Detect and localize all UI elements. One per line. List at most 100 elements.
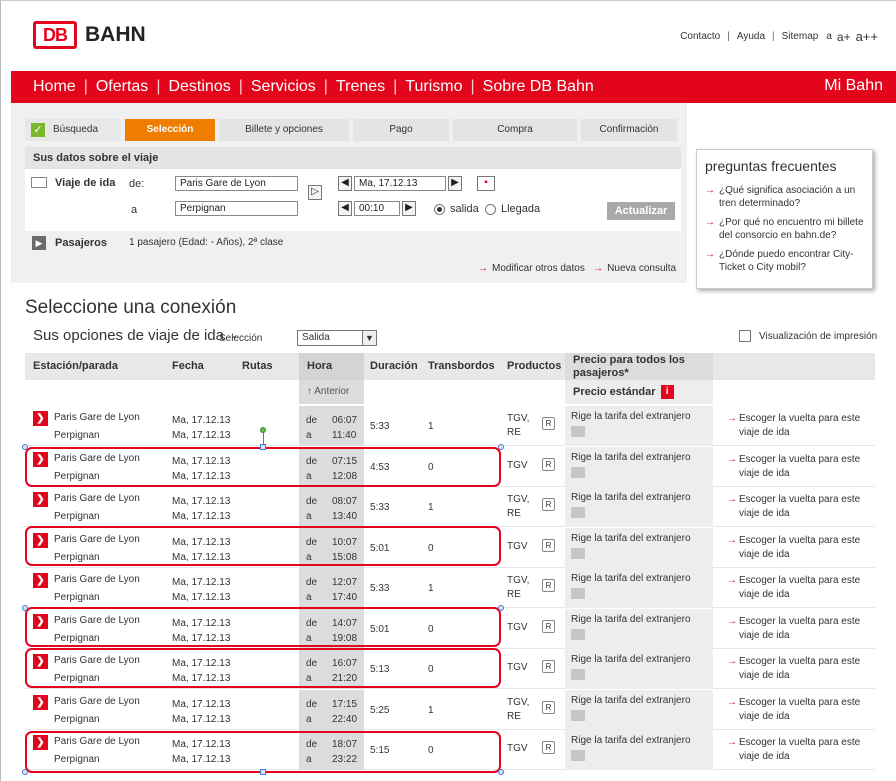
prev-time-button[interactable]: ◀ xyxy=(338,201,352,216)
link-ayuda[interactable]: Ayuda xyxy=(737,31,765,42)
train-connection-icon[interactable]: ❯ xyxy=(33,492,48,507)
reservation-icon[interactable]: R xyxy=(542,417,555,430)
train-connection-icon[interactable]: ❯ xyxy=(33,735,48,750)
table-row[interactable]: ❯ Paris Gare de Lyon Perpignan Ma, 17.12.13… xyxy=(25,527,875,568)
calendar-icon[interactable]: ▪ xyxy=(477,176,495,191)
faq-item[interactable]: → ¿Por qué no encuentro mi billete del co… xyxy=(705,216,864,242)
reservation-icon[interactable]: R xyxy=(542,700,555,714)
ticket-icon xyxy=(571,466,585,478)
date-input[interactable]: Ma, 17.12.13 xyxy=(354,176,446,191)
selection-handle[interactable] xyxy=(498,444,504,450)
link-modificar[interactable]: Modificar otros datos xyxy=(492,263,585,274)
reservation-icon[interactable]: R xyxy=(542,741,555,754)
escoger-vuelta-link[interactable]: → Escoger la vuelta para este viaje de id… xyxy=(727,493,867,521)
reservation-icon[interactable]: R xyxy=(542,538,555,552)
escoger-vuelta-link[interactable]: → Escoger la vuelta para este viaje de id… xyxy=(727,615,867,643)
from-station-input[interactable]: Paris Gare de Lyon xyxy=(175,176,298,191)
anterior-link[interactable]: ↑ Anterior xyxy=(299,380,364,404)
table-row[interactable]: ❯ Paris Gare de Lyon Perpignan Ma, 17.12.13… xyxy=(25,689,875,730)
reservation-icon[interactable]: R xyxy=(542,457,555,471)
db-bahn-logo[interactable]: DB BAHN xyxy=(33,21,146,49)
table-row[interactable]: ❯ Paris Gare de Lyon Perpignan Ma, 17.12.13… xyxy=(25,608,875,649)
bahn-wordmark: BAHN xyxy=(85,23,146,46)
swap-stations-button[interactable]: ▷ xyxy=(308,185,322,200)
selection-handle[interactable] xyxy=(260,769,266,775)
col-time[interactable]: Hora xyxy=(299,353,364,380)
reservation-icon[interactable]: R xyxy=(542,619,555,633)
faq-item[interactable]: → ¿Qué significa asociación a un tren det… xyxy=(705,184,864,210)
escoger-vuelta-link[interactable]: → Escoger la vuelta para este viaje de id… xyxy=(727,534,867,562)
products: TGV xyxy=(507,743,528,754)
table-row[interactable]: ❯ Paris Gare de Lyon Perpignan Ma, 17.12.13… xyxy=(25,568,875,608)
selection-handle[interactable] xyxy=(260,444,266,450)
escoger-vuelta-link[interactable]: → Escoger la vuelta para este viaje de id… xyxy=(727,453,867,481)
nav-destinos[interactable]: Destinos xyxy=(160,78,238,96)
rotation-handle[interactable] xyxy=(260,427,266,433)
font-size-large[interactable]: a++ xyxy=(856,29,878,44)
train-connection-icon[interactable]: ❯ xyxy=(33,694,48,710)
escoger-vuelta-link[interactable]: → Escoger la vuelta para este viaje de id… xyxy=(727,574,867,602)
link-contacto[interactable]: Contacto xyxy=(680,31,720,42)
arrow-right-icon: → xyxy=(727,494,737,505)
sort-select[interactable]: Salida ▼ xyxy=(297,330,377,346)
train-connection-icon[interactable]: ❯ xyxy=(33,411,48,426)
link-sitemap[interactable]: Sitemap xyxy=(782,31,819,42)
escoger-vuelta-link[interactable]: → Escoger la vuelta para este viaje de id… xyxy=(727,736,867,764)
train-connection-icon[interactable]: ❯ xyxy=(33,654,48,669)
arrow-right-icon: → xyxy=(705,185,715,196)
step-confirmacion: Confirmación xyxy=(581,119,677,141)
table-row[interactable]: ❯ Paris Gare de Lyon Perpignan Ma, 17.12.13… xyxy=(25,406,875,446)
selection-handle[interactable] xyxy=(498,769,504,775)
nav-turismo[interactable]: Turismo xyxy=(397,78,470,96)
llegada-radio[interactable] xyxy=(485,204,496,215)
table-row[interactable]: ❯ Paris Gare de Lyon Perpignan Ma, 17.12.13… xyxy=(25,487,875,527)
transfers: 0 xyxy=(428,461,434,473)
results-title: Seleccione una conexión xyxy=(25,297,237,318)
selection-handle[interactable] xyxy=(22,769,28,775)
results-subheader: ↑ Anterior Precio estándar i xyxy=(25,380,875,404)
train-connection-icon[interactable]: ❯ xyxy=(33,451,48,467)
selection-handle[interactable] xyxy=(22,605,28,611)
escoger-vuelta-link[interactable]: → Escoger la vuelta para este viaje de id… xyxy=(727,696,867,724)
to-station: Perpignan xyxy=(54,470,100,482)
nav-ofertas[interactable]: Ofertas xyxy=(88,78,156,96)
nav-sobre-db-bahn[interactable]: Sobre DB Bahn xyxy=(475,78,602,96)
escoger-vuelta-link[interactable]: → Escoger la vuelta para este viaje de id… xyxy=(727,655,867,683)
next-date-button[interactable]: ▶ xyxy=(448,176,462,191)
table-row[interactable]: ❯ Paris Gare de Lyon Perpignan Ma, 17.12.13… xyxy=(25,730,875,770)
info-icon[interactable]: i xyxy=(660,385,674,400)
col-price: Precio para todos los pasajeros* xyxy=(565,353,713,380)
prev-date-button[interactable]: ◀ xyxy=(338,176,352,191)
reservation-icon[interactable]: R xyxy=(542,660,555,673)
print-view-link[interactable]: Visualización de impresión xyxy=(739,330,877,342)
nav-mi-bahn[interactable]: Mi Bahn xyxy=(824,77,883,95)
selection-handle[interactable] xyxy=(498,605,504,611)
salida-radio[interactable] xyxy=(434,204,445,215)
nav-servicios[interactable]: Servicios xyxy=(243,78,324,96)
table-row[interactable]: ❯ Paris Gare de Lyon Perpignan Ma, 17.12.13… xyxy=(25,649,875,689)
results-subtitle: Sus opciones de viaje de ida - xyxy=(33,327,237,344)
selection-handle[interactable] xyxy=(22,444,28,450)
expand-arrow-icon[interactable]: ▶ xyxy=(32,236,46,250)
train-connection-icon[interactable]: ❯ xyxy=(33,613,48,629)
reservation-icon[interactable]: R xyxy=(542,498,555,511)
train-connection-icon[interactable]: ❯ xyxy=(33,532,48,548)
font-size-medium[interactable]: a+ xyxy=(837,30,851,44)
faq-item[interactable]: → ¿Dónde puedo encontrar City-Ticket o Ci… xyxy=(705,248,864,274)
link-nueva-consulta[interactable]: Nueva consulta xyxy=(607,263,676,274)
chevron-down-icon: ▼ xyxy=(362,331,376,345)
col-routes: Rutas xyxy=(242,360,273,372)
to-station-input[interactable]: Perpignan xyxy=(175,201,298,216)
font-size-small[interactable]: a xyxy=(826,31,832,42)
reservation-icon[interactable]: R xyxy=(542,579,555,592)
next-time-button[interactable]: ▶ xyxy=(402,201,416,216)
actualizar-button[interactable]: Actualizar xyxy=(607,202,675,220)
table-row[interactable]: ❯ Paris Gare de Lyon Perpignan Ma, 17.12.13… xyxy=(25,446,875,487)
time-input[interactable]: 00:10 xyxy=(354,201,400,216)
nav-home[interactable]: Home xyxy=(25,78,84,96)
escoger-vuelta-link[interactable]: → Escoger la vuelta para este viaje de id… xyxy=(727,412,867,440)
train-connection-icon[interactable]: ❯ xyxy=(33,573,48,588)
calendar-collapse-icon[interactable] xyxy=(31,177,47,188)
step-busqueda[interactable]: ✓ Búsqueda xyxy=(25,119,121,141)
nav-trenes[interactable]: Trenes xyxy=(328,78,393,96)
